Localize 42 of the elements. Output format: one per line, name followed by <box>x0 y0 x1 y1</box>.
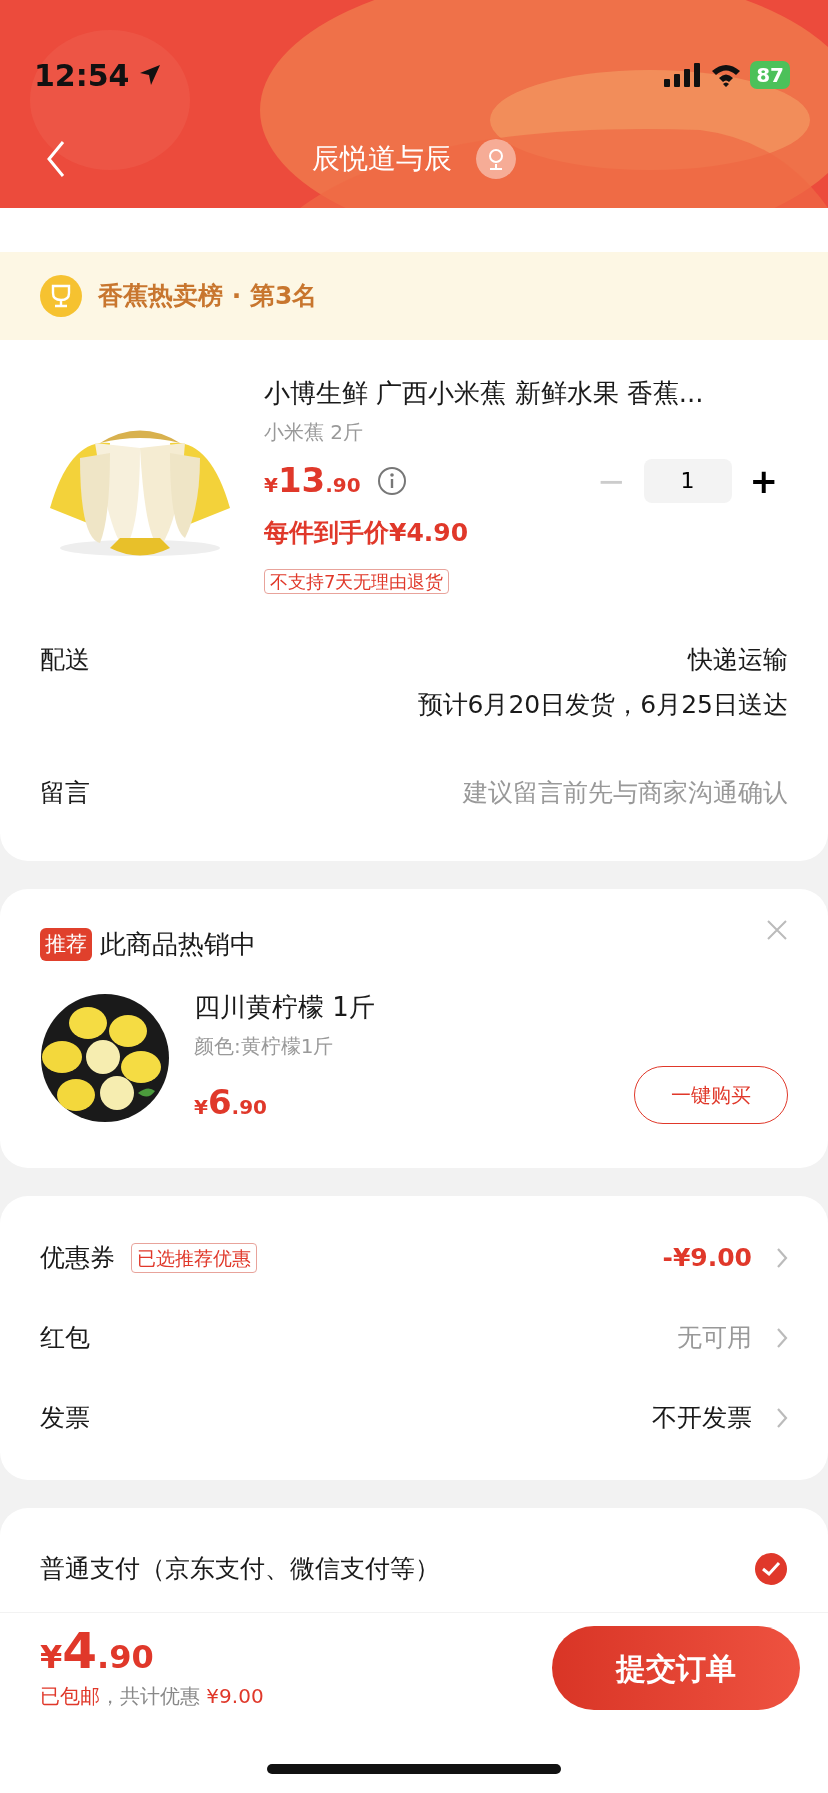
rank-label: 香蕉热卖榜 · 第3名 <box>98 280 318 313</box>
product-price: ¥6.90 <box>194 1081 268 1124</box>
coupon-tag: 已选推荐优惠 <box>131 1242 257 1274</box>
row-label: 配送 <box>40 643 90 676</box>
delivery-info: 快递运输 <box>688 643 788 676</box>
buy-now-button[interactable]: 一键购买 <box>634 1065 788 1124</box>
trophy-icon <box>40 275 82 317</box>
product-spec: 颜色:黄柠檬1斤 <box>194 1033 335 1060</box>
clock-time: 12:54 <box>34 56 130 95</box>
unit-price: 每件到手价¥4.90 <box>264 517 470 549</box>
chevron-right-icon <box>776 1327 788 1349</box>
row-label: 发票 <box>40 1402 90 1435</box>
recommend-badge: 推荐 <box>40 927 92 962</box>
payment-option[interactable]: 普通支付（京东支付、微信支付等） <box>40 1550 440 1588</box>
wifi-icon <box>710 63 743 87</box>
product-title[interactable]: 小博生鲜 广西小米蕉 新鲜水果 香蕉... <box>264 374 788 413</box>
location-pin-icon[interactable] <box>476 139 516 179</box>
row-label: 红包 <box>40 1322 90 1355</box>
plus-button[interactable]: + <box>739 463 788 498</box>
product-name[interactable]: 四川黄柠檬 1斤 <box>194 988 788 1027</box>
quantity-field[interactable]: 1 <box>643 458 732 503</box>
section-title: 此商品热销中 <box>100 928 256 961</box>
signal-icon <box>664 63 703 87</box>
info-icon[interactable] <box>376 465 407 496</box>
chevron-right-icon <box>776 1407 788 1429</box>
row-value[interactable]: 不开发票 <box>652 1399 752 1437</box>
chevron-right-icon <box>776 1247 788 1269</box>
checkbox[interactable] <box>754 1551 788 1586</box>
page-title: 辰悦道与辰 <box>312 141 452 177</box>
submit-order-button[interactable]: 提交订单 <box>552 1626 800 1710</box>
delivery-info: 预计6月20日发货，6月25日送达 <box>417 689 788 721</box>
row-label: 优惠券 <box>40 1242 115 1275</box>
home-indicator[interactable] <box>267 1763 561 1774</box>
return-policy-tag: 不支持7天无理由退货 <box>264 568 450 594</box>
row-label: 留言 <box>40 776 90 809</box>
savings-summary: 已包邮，共计优惠 ¥9.00 <box>40 1682 264 1710</box>
product-spec: 小米蕉 2斤 <box>264 419 365 446</box>
row-value[interactable]: -¥9.00 <box>662 1239 752 1277</box>
total-price: ¥4.90 <box>40 1625 155 1681</box>
product-price: ¥13.90 <box>264 459 361 502</box>
message-field[interactable]: 建议留言前先与商家沟通确认 <box>368 773 788 811</box>
battery-indicator: 87 <box>750 61 790 89</box>
